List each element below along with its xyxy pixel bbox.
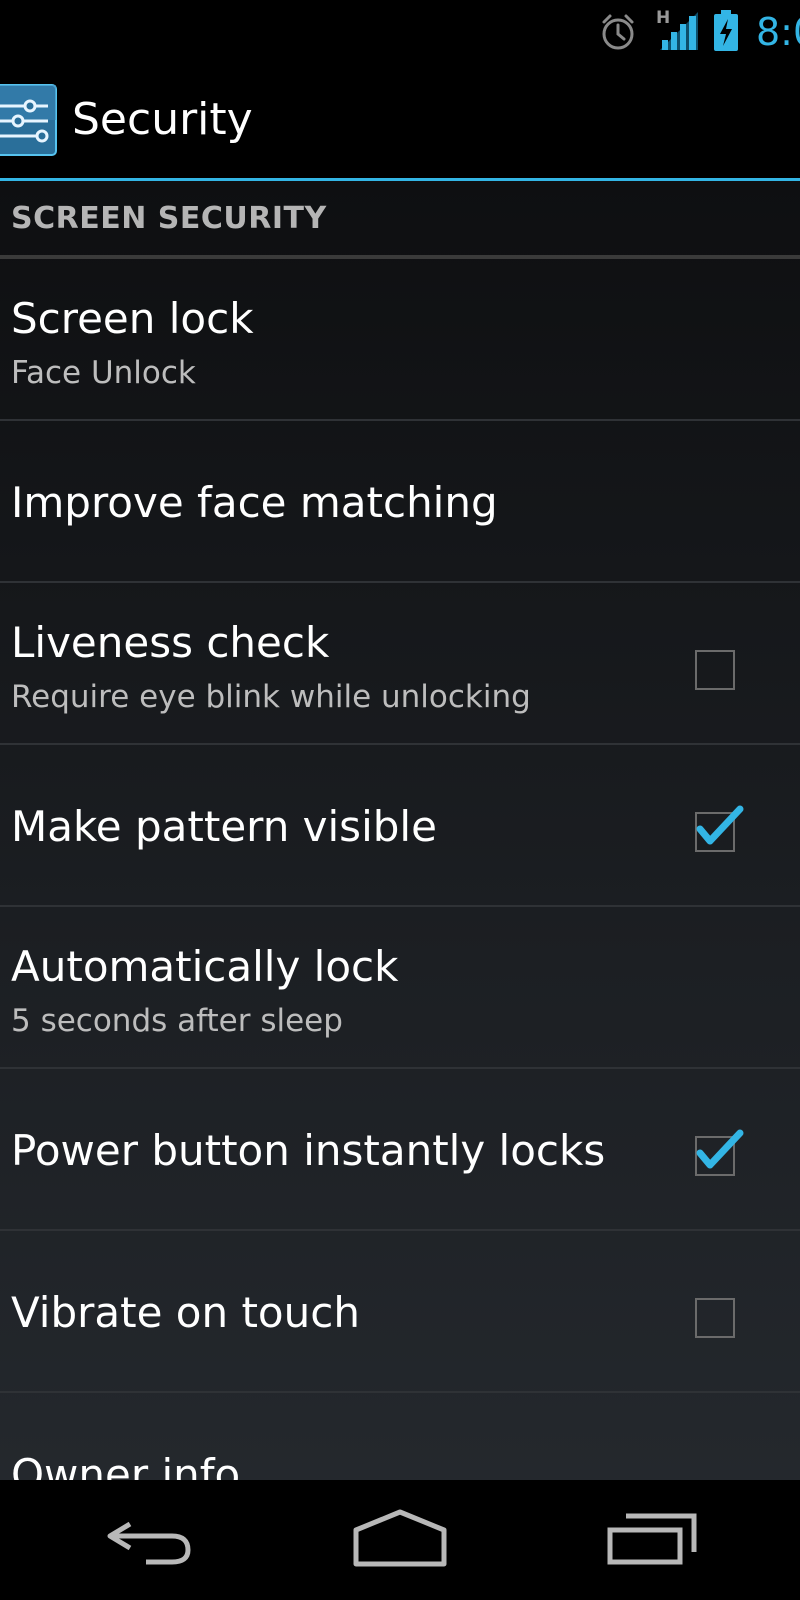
checkbox-unchecked-icon[interactable] bbox=[694, 643, 746, 695]
pref-summary: Face Unlock bbox=[11, 355, 196, 391]
navigation-bar bbox=[0, 1480, 800, 1600]
pref-title: Vibrate on touch bbox=[11, 1288, 360, 1337]
section-header: SCREEN SECURITY bbox=[0, 181, 800, 259]
checkbox-checked-icon[interactable] bbox=[694, 805, 746, 857]
pref-title: Power button instantly locks bbox=[11, 1126, 606, 1175]
home-icon[interactable] bbox=[348, 1502, 452, 1572]
back-icon[interactable] bbox=[100, 1506, 200, 1576]
checkbox-checked-icon[interactable] bbox=[694, 1129, 746, 1181]
status-clock: 8:0 bbox=[756, 10, 800, 54]
recents-icon[interactable] bbox=[604, 1502, 700, 1572]
settings-sliders-icon[interactable] bbox=[0, 84, 58, 156]
checkbox-unchecked-icon[interactable] bbox=[694, 1291, 746, 1343]
settings-list[interactable]: SCREEN SECURITY Screen lock Face Unlock … bbox=[0, 181, 800, 1480]
pref-liveness-check[interactable]: Liveness check Require eye blink while u… bbox=[0, 583, 800, 745]
pref-make-pattern-visible[interactable]: Make pattern visible bbox=[0, 745, 800, 907]
battery-charging-icon bbox=[714, 10, 738, 51]
pref-title: Automatically lock bbox=[11, 942, 399, 991]
pref-automatically-lock[interactable]: Automatically lock 5 seconds after sleep bbox=[0, 907, 800, 1069]
pref-owner-info[interactable]: Owner info bbox=[0, 1393, 800, 1480]
pref-title: Screen lock bbox=[11, 294, 254, 343]
section-header-label: SCREEN SECURITY bbox=[11, 201, 327, 236]
alarm-icon bbox=[602, 14, 634, 50]
pref-summary: Require eye blink while unlocking bbox=[11, 679, 531, 715]
pref-title: Liveness check bbox=[11, 618, 330, 667]
pref-power-button-instantly-locks[interactable]: Power button instantly locks bbox=[0, 1069, 800, 1231]
status-bar: H 8:0 bbox=[0, 0, 800, 62]
pref-screen-lock[interactable]: Screen lock Face Unlock bbox=[0, 259, 800, 421]
page-title: Security bbox=[72, 94, 253, 145]
pref-title: Make pattern visible bbox=[11, 802, 437, 851]
pref-summary: 5 seconds after sleep bbox=[11, 1003, 343, 1039]
pref-vibrate-on-touch[interactable]: Vibrate on touch bbox=[0, 1231, 800, 1393]
signal-icon: H bbox=[656, 8, 702, 52]
pref-improve-face-matching[interactable]: Improve face matching bbox=[0, 421, 800, 583]
screen: H 8:0 bbox=[0, 0, 800, 1600]
action-bar: Security bbox=[0, 62, 800, 178]
pref-title: Owner info bbox=[11, 1450, 241, 1480]
pref-title: Improve face matching bbox=[11, 478, 498, 527]
